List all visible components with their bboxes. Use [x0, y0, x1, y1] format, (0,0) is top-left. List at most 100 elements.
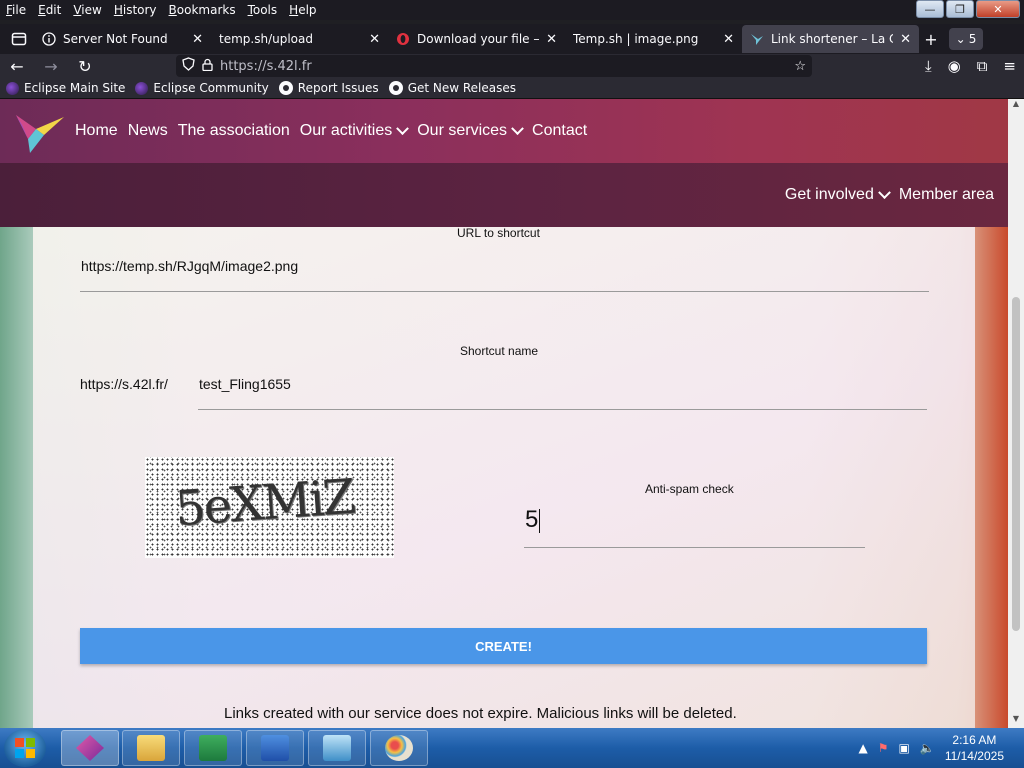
clock[interactable]: 2:16 AM 11/14/2025	[945, 732, 1004, 764]
bookmark-eclipse-main[interactable]: Eclipse Main Site	[6, 81, 125, 95]
action-center-icon[interactable]: ⚑	[878, 741, 889, 755]
nav-activities[interactable]: Our activities	[299, 121, 410, 140]
antispam-input[interactable]: 5	[525, 506, 541, 534]
maximize-button[interactable]: ❐	[946, 0, 974, 18]
reload-icon[interactable]: ↻	[68, 57, 102, 76]
close-tab-icon[interactable]: ✕	[546, 32, 557, 47]
forward-icon[interactable]: →	[34, 57, 68, 76]
nav-news[interactable]: News	[128, 122, 168, 140]
firefox-view-icon[interactable]	[4, 26, 34, 52]
close-tab-icon[interactable]: ✕	[369, 32, 380, 47]
back-icon[interactable]: ←	[0, 57, 34, 76]
antispam-input-underline	[524, 547, 865, 548]
menu-help[interactable]: Help	[283, 3, 322, 17]
nav-home[interactable]: Home	[75, 122, 118, 140]
nav-get-involved[interactable]: Get involved	[784, 185, 891, 204]
tab-tempsh-image[interactable]: Temp.sh | image.png ✕	[565, 25, 742, 53]
bookmark-label: Eclipse Main Site	[24, 81, 126, 95]
tab-download-file[interactable]: Download your file — ( ✕	[388, 25, 565, 53]
menu-history[interactable]: History	[108, 3, 163, 17]
bookmark-report-issues[interactable]: Report Issues	[278, 81, 379, 95]
show-hidden-icons[interactable]: ▲	[859, 741, 868, 755]
scroll-down-icon[interactable]: ▼	[1008, 714, 1024, 728]
windows-taskbar: ▲ ⚑ ▣ 🔈 2:16 AM 11/14/2025	[0, 728, 1024, 768]
main-navigation: Home News The association Our activities…	[75, 99, 587, 163]
url-input-underline	[80, 291, 929, 292]
bookmark-label: Report Issues	[297, 81, 379, 95]
bookmark-get-new-releases[interactable]: Get New Releases	[388, 81, 516, 95]
shortcut-name-label: Shortcut name	[460, 344, 539, 358]
nav-label: Contact	[532, 122, 588, 139]
nav-label: Member area	[898, 186, 994, 203]
excel-icon	[199, 735, 227, 761]
taskbar-app-word[interactable]	[246, 730, 304, 766]
shortcut-name-input[interactable]: test_Fling1655	[199, 376, 291, 392]
opera-icon	[396, 32, 410, 46]
bookmark-star-icon[interactable]: ☆	[794, 59, 806, 74]
captcha-text: 5eXMiZ	[173, 468, 356, 538]
nav-services[interactable]: Our services	[417, 121, 524, 140]
close-window-button[interactable]: ✕	[976, 0, 1020, 18]
vertical-scrollbar[interactable]: ▲ ▼	[1008, 99, 1024, 728]
tab-server-not-found[interactable]: Server Not Found ✕	[34, 25, 211, 53]
bookmark-eclipse-community[interactable]: Eclipse Community	[135, 81, 269, 95]
taskbar-app-excel[interactable]	[184, 730, 242, 766]
chevron-down-icon	[396, 121, 410, 135]
nav-label: Our services	[417, 122, 508, 139]
taskbar-app-paint[interactable]	[370, 730, 428, 766]
close-tab-icon[interactable]: ✕	[192, 32, 203, 47]
hummingbird-logo-icon[interactable]	[14, 109, 66, 155]
address-bar[interactable]: https://s.42l.fr ☆	[176, 55, 812, 77]
shield-icon[interactable]	[182, 57, 195, 75]
nav-label: Our activities	[299, 122, 393, 139]
close-tab-icon[interactable]: ✕	[723, 32, 734, 47]
eclipse-icon	[135, 81, 149, 95]
chevron-down-icon	[877, 185, 891, 199]
create-button[interactable]: CREATE!	[80, 628, 927, 664]
shortcut-input-underline	[198, 409, 927, 410]
start-button[interactable]	[4, 729, 46, 767]
tab-list-button[interactable]: ⌄ 5	[949, 28, 983, 50]
nav-member-area[interactable]: Member area	[899, 186, 994, 204]
minimize-button[interactable]: —	[916, 0, 944, 18]
taskbar-app-browser[interactable]	[61, 730, 119, 766]
tab-label: Link shortener – La Cor	[771, 32, 893, 46]
hamburger-menu-icon[interactable]: ≡	[1003, 57, 1016, 75]
close-tab-icon[interactable]: ✕	[900, 32, 911, 47]
new-tab-button[interactable]: +	[919, 30, 943, 49]
windows-logo-icon	[15, 738, 35, 758]
tab-bar: Server Not Found ✕ temp.sh/upload ✕ Down…	[0, 24, 1024, 54]
text-caret	[539, 508, 541, 533]
extensions-icon[interactable]: ⧉	[977, 57, 988, 75]
nav-association[interactable]: The association	[178, 122, 290, 140]
taskbar-app-photos[interactable]	[308, 730, 366, 766]
account-icon[interactable]: ◉	[948, 57, 961, 75]
scrollbar-thumb[interactable]	[1012, 297, 1020, 631]
menu-view[interactable]: View	[67, 3, 107, 17]
captcha-image: 5eXMiZ	[145, 457, 394, 558]
tab-count: 5	[968, 32, 977, 46]
tab-temp-upload[interactable]: temp.sh/upload ✕	[211, 25, 388, 53]
downloads-icon[interactable]: ⤓	[925, 57, 932, 75]
nav-label: The association	[177, 122, 290, 139]
menu-file[interactable]: File	[0, 3, 32, 17]
lock-icon[interactable]	[202, 58, 213, 75]
page-viewport: Home News The association Our activities…	[0, 99, 1008, 728]
volume-muted-icon[interactable]: 🔈	[920, 741, 935, 755]
menu-edit[interactable]: Edit	[32, 3, 67, 17]
image-viewer-icon	[323, 735, 351, 761]
taskbar-app-explorer[interactable]	[122, 730, 180, 766]
url-text[interactable]: https://s.42l.fr	[220, 59, 312, 74]
antispam-value: 5	[525, 506, 539, 533]
url-label: URL to shortcut	[457, 226, 540, 240]
nav-label: Get involved	[784, 186, 874, 203]
network-icon[interactable]: ▣	[899, 741, 910, 755]
nav-contact[interactable]: Contact	[532, 122, 587, 140]
tab-label: Server Not Found	[63, 32, 168, 46]
chevron-down-icon	[511, 121, 524, 135]
menu-bookmarks[interactable]: Bookmarks	[163, 3, 242, 17]
menu-tools[interactable]: Tools	[242, 3, 284, 17]
url-input[interactable]: https://temp.sh/RJgqM/image2.png	[81, 258, 298, 274]
scroll-up-icon[interactable]: ▲	[1008, 99, 1024, 113]
tab-link-shortener[interactable]: Link shortener – La Cor ✕	[742, 25, 919, 53]
